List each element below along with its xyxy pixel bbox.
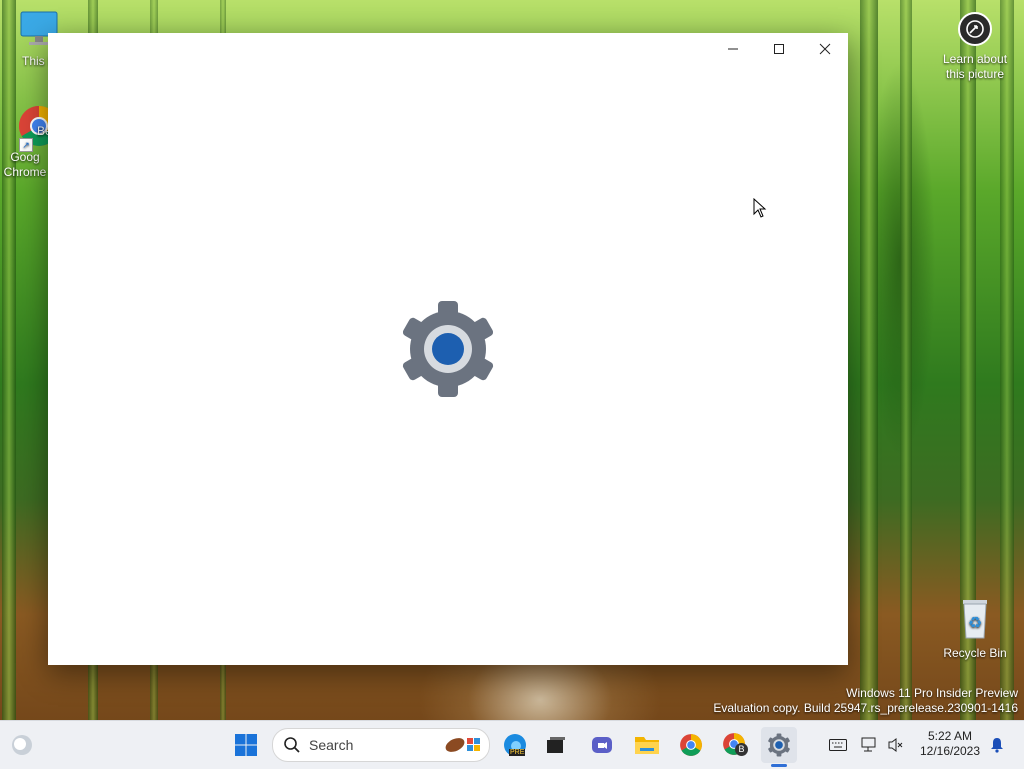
active-app-indicator (771, 764, 787, 767)
svg-text:♻: ♻ (968, 613, 982, 632)
taskbar-task-view[interactable] (538, 727, 574, 763)
task-view-icon (547, 737, 565, 753)
search-icon (284, 737, 300, 753)
clock-time: 5:22 AM (927, 729, 973, 743)
learn-line2: this picture (945, 67, 1005, 81)
clock[interactable]: 5:22 AM 12/16/2023 (910, 729, 990, 759)
desktop-icon-recycle-bin[interactable]: ♻ Recycle Bin (936, 596, 1014, 661)
watermark-line2: Evaluation copy. Build 25947.rs_prerelea… (713, 701, 1018, 715)
folder-icon (635, 737, 659, 754)
start-button[interactable] (228, 727, 264, 763)
shortcut-arrow-icon: ↗ (19, 138, 33, 152)
chrome-profile-icon: B (722, 732, 748, 758)
desktop-icon-label: Recycle Bin (943, 646, 1007, 660)
clock-date: 12/16/2023 (919, 744, 981, 758)
taskbar-settings[interactable] (761, 727, 797, 763)
edge-channel-badge: PRE (509, 749, 526, 756)
keyboard-icon (829, 739, 847, 751)
weather-icon (12, 735, 32, 755)
learn-about-picture[interactable]: Learn about this picture (936, 12, 1014, 82)
location-pin-icon (958, 12, 992, 46)
chat-icon (592, 737, 612, 753)
network-button[interactable] (858, 721, 882, 769)
taskbar-file-explorer[interactable] (629, 727, 665, 763)
chrome-icon (680, 734, 702, 756)
watermark-line1: Windows 11 Pro Insider Preview (846, 686, 1018, 700)
close-button[interactable] (802, 33, 848, 65)
search-box[interactable]: Search (272, 728, 490, 762)
taskbar-chrome[interactable] (673, 727, 709, 763)
taskbar: Search PRE B 5:22 AM 12/16/2023 (0, 720, 1024, 769)
touch-keyboard-button[interactable] (826, 721, 850, 769)
close-icon (819, 43, 831, 55)
evaluation-watermark: Windows 11 Pro Insider Preview Evaluatio… (713, 686, 1018, 716)
settings-window[interactable] (48, 33, 848, 665)
search-highlight-icon (445, 738, 480, 752)
search-placeholder: Search (309, 737, 354, 753)
gear-icon (768, 733, 790, 757)
recycle-bin-icon: ♻ (936, 596, 1014, 644)
edge-icon: PRE (502, 732, 528, 758)
taskbar-edge-beta[interactable]: PRE (497, 727, 533, 763)
taskbar-chrome-profile[interactable]: B (717, 727, 753, 763)
learn-line1: Learn about (942, 52, 1008, 66)
maximize-icon (774, 44, 784, 54)
maximize-button[interactable] (756, 33, 802, 65)
minimize-button[interactable] (710, 33, 756, 65)
desktop-icon-label: Goog Chrome (3, 150, 47, 179)
taskbar-teams[interactable] (584, 727, 620, 763)
network-icon (861, 737, 876, 752)
profile-badge: B (735, 743, 748, 756)
minimize-icon (728, 48, 738, 50)
volume-button[interactable] (884, 721, 908, 769)
bell-icon (991, 738, 1003, 753)
speaker-muted-icon (888, 738, 903, 752)
widgets-button[interactable] (4, 727, 40, 763)
mouse-cursor (753, 197, 767, 223)
notifications-button[interactable] (986, 721, 1008, 769)
gear-icon (398, 301, 498, 402)
windows-logo-icon (235, 734, 257, 756)
